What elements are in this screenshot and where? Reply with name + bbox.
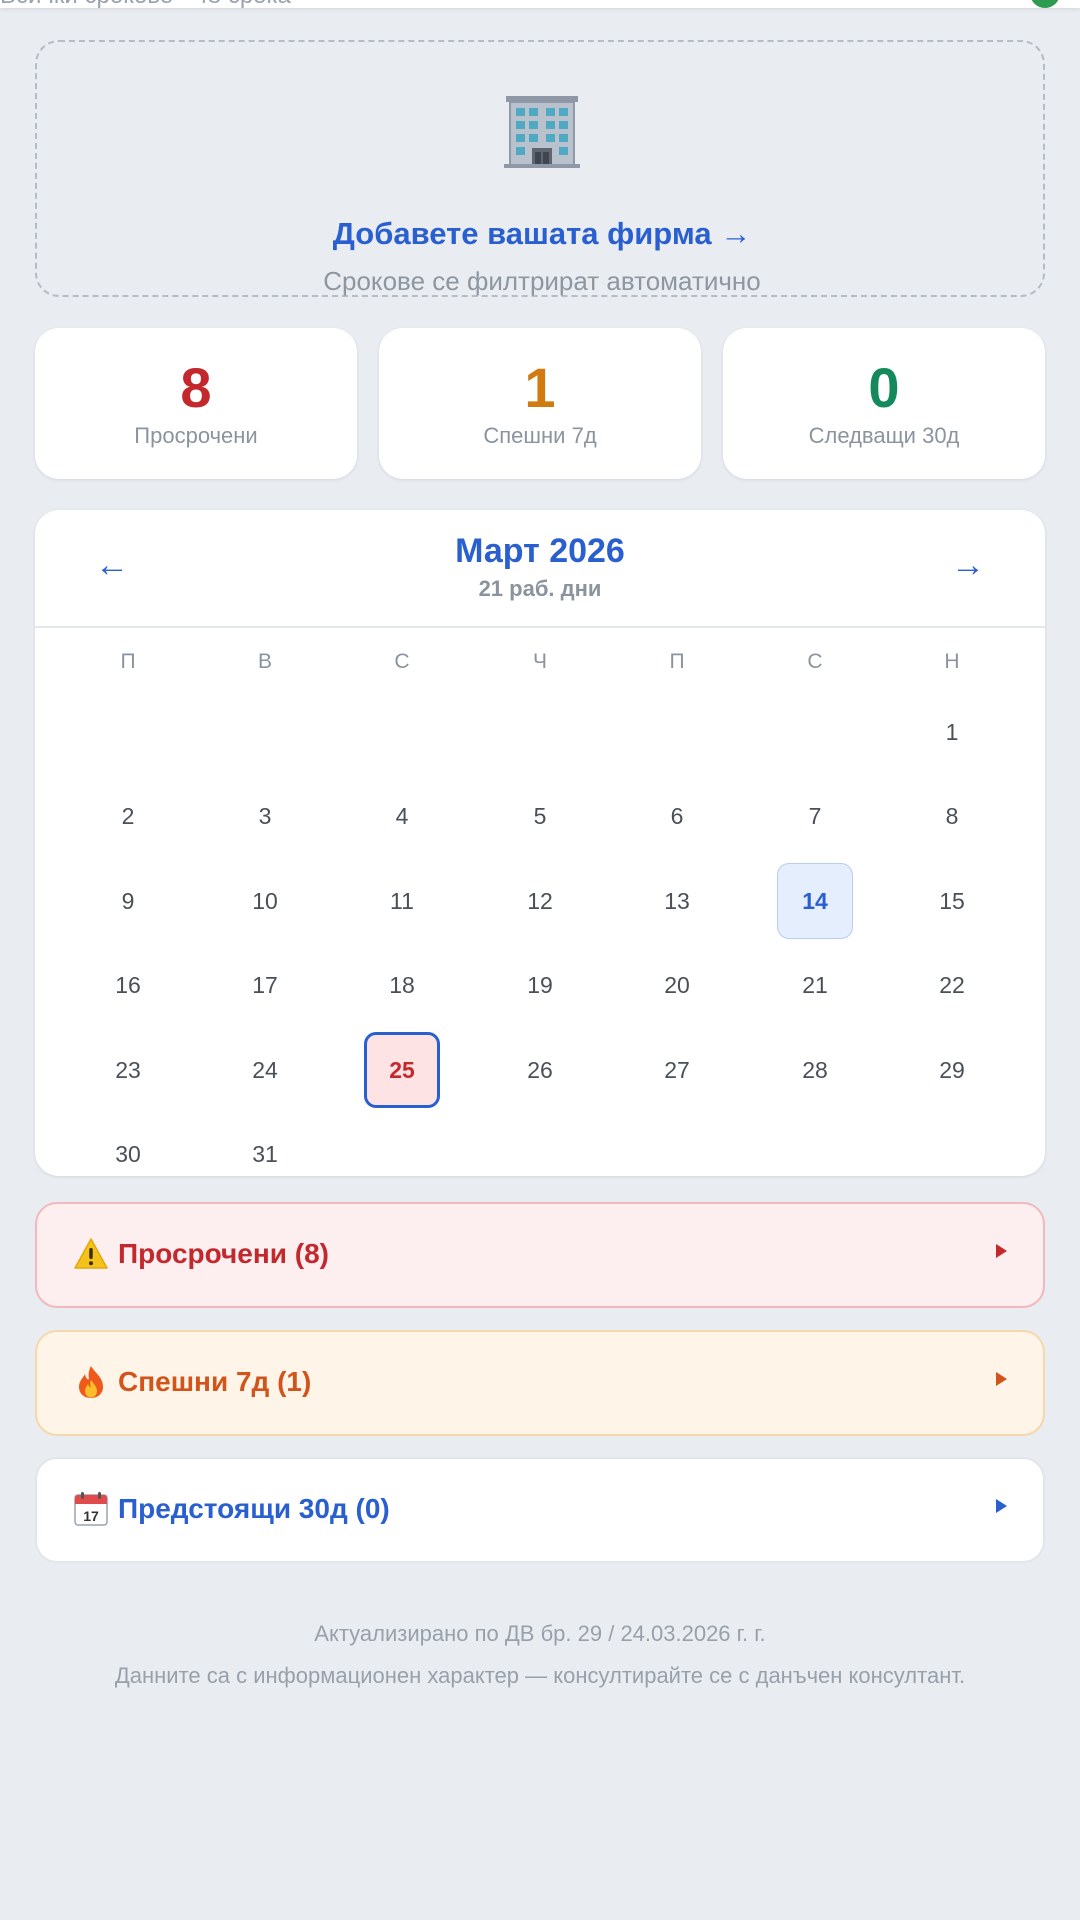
calendar-day-8[interactable]: 8 bbox=[914, 779, 990, 855]
calendar-day-15[interactable]: 15 bbox=[914, 863, 990, 939]
stat-label-urgent: Спешни 7д bbox=[483, 423, 597, 448]
weekday-label: В bbox=[257, 650, 272, 673]
office-building-icon bbox=[504, 96, 580, 168]
add-company-subtitle: Срокове се филтрират автоматично bbox=[323, 266, 761, 296]
calendar-day-31[interactable]: 31 bbox=[227, 1117, 303, 1177]
calendar-day-4[interactable]: 4 bbox=[364, 779, 440, 855]
calendar-day-9[interactable]: 9 bbox=[90, 863, 166, 939]
calendar-day-16[interactable]: 16 bbox=[90, 948, 166, 1024]
section-upcoming-caret-icon bbox=[996, 1499, 1007, 1513]
calendar-day-18[interactable]: 18 bbox=[364, 948, 440, 1024]
stat-card-next[interactable]: 0 Следващи 30д bbox=[723, 328, 1045, 479]
stat-value-urgent: 1 bbox=[524, 356, 556, 419]
section-urgent[interactable]: Спешни 7д (1) bbox=[35, 1330, 1045, 1436]
calendar-working-days: 21 раб. дни bbox=[478, 576, 602, 601]
calendar-day-20[interactable]: 20 bbox=[639, 948, 715, 1024]
calendar-day-5[interactable]: 5 bbox=[502, 779, 578, 855]
section-urgent-label: Спешни 7д (1) bbox=[118, 1366, 312, 1397]
weekday-label: Н bbox=[944, 650, 960, 673]
section-upcoming-label: Предстоящи 30д (0) bbox=[118, 1493, 390, 1524]
calendar-header: ← Март 2026 21 раб. дни → bbox=[35, 510, 1045, 628]
section-overdue[interactable]: Просрочени (8) bbox=[35, 1202, 1045, 1308]
stat-value-overdue: 8 bbox=[180, 356, 212, 419]
calendar-day-7[interactable]: 7 bbox=[777, 779, 853, 855]
weekday-label: П bbox=[669, 650, 685, 673]
calendar-day-30[interactable]: 30 bbox=[90, 1117, 166, 1177]
stat-value-next: 0 bbox=[868, 356, 900, 419]
footer-disclaimer: Данните са с информационен характер — ко… bbox=[114, 1663, 966, 1688]
calendar-day-27[interactable]: 27 bbox=[639, 1032, 715, 1108]
month-calendar: ← Март 2026 21 раб. дни → ПВСЧПСН 123456… bbox=[35, 510, 1045, 1176]
weekday-label: Ч bbox=[533, 650, 547, 673]
svg-text:17: 17 bbox=[83, 1508, 99, 1524]
add-company-link[interactable]: Добавете вашата фирма → bbox=[37, 216, 1047, 252]
calendar-day-3[interactable]: 3 bbox=[227, 779, 303, 855]
calendar-day-24[interactable]: 24 bbox=[227, 1032, 303, 1108]
calendar-day-21[interactable]: 21 bbox=[777, 948, 853, 1024]
top-app-bar: Всички срокове · 48 срока bbox=[0, 0, 1080, 8]
top-app-bar-text: Всички срокове · 48 срока bbox=[0, 0, 291, 8]
calendar-day-26[interactable]: 26 bbox=[502, 1032, 578, 1108]
calendar-day-14[interactable]: 14 bbox=[777, 863, 853, 939]
section-overdue-label: Просрочени (8) bbox=[118, 1238, 329, 1269]
status-dot-icon bbox=[1030, 0, 1060, 8]
next-month-arrow-icon[interactable]: → bbox=[951, 548, 985, 582]
stat-label-overdue: Просрочени bbox=[134, 423, 258, 448]
calendar-day-13[interactable]: 13 bbox=[639, 863, 715, 939]
footer-update-note: Актуализирано по ДВ бр. 29 / 24.03.2026 … bbox=[314, 1621, 766, 1646]
calendar-day-19[interactable]: 19 bbox=[502, 948, 578, 1024]
calendar-day-23[interactable]: 23 bbox=[90, 1032, 166, 1108]
add-company-card[interactable]: Добавете вашата фирма → Срокове се филтр… bbox=[35, 40, 1045, 297]
calendar-day-22[interactable]: 22 bbox=[914, 948, 990, 1024]
calendar-day-1[interactable]: 1 bbox=[914, 694, 990, 770]
calendar-day-11[interactable]: 11 bbox=[364, 863, 440, 939]
calendar-month-title: Март 2026 bbox=[455, 532, 625, 570]
section-upcoming[interactable]: 17 Предстоящи 30д (0) bbox=[35, 1457, 1045, 1563]
calendar-day-2[interactable]: 2 bbox=[90, 779, 166, 855]
calendar-day-12[interactable]: 12 bbox=[502, 863, 578, 939]
calendar-day-10[interactable]: 10 bbox=[227, 863, 303, 939]
weekday-label: С bbox=[807, 650, 823, 673]
stat-card-overdue[interactable]: 8 Просрочени bbox=[35, 328, 357, 479]
stat-label-next: Следващи 30д bbox=[808, 423, 960, 448]
weekday-label: П bbox=[120, 650, 136, 673]
calendar-day-17[interactable]: 17 bbox=[227, 948, 303, 1024]
calendar-day-25[interactable]: 25 bbox=[364, 1032, 440, 1108]
section-overdue-caret-icon bbox=[996, 1244, 1007, 1258]
weekday-label: С bbox=[394, 650, 410, 673]
calendar-day-29[interactable]: 29 bbox=[914, 1032, 990, 1108]
fire-icon bbox=[79, 1366, 103, 1398]
warning-icon bbox=[74, 1238, 108, 1269]
calendar-day-6[interactable]: 6 bbox=[639, 779, 715, 855]
stat-card-urgent[interactable]: 1 Спешни 7д bbox=[379, 328, 701, 479]
calendar-day-28[interactable]: 28 bbox=[777, 1032, 853, 1108]
calendar-icon: 17 bbox=[74, 1492, 108, 1526]
section-urgent-caret-icon bbox=[996, 1372, 1007, 1386]
